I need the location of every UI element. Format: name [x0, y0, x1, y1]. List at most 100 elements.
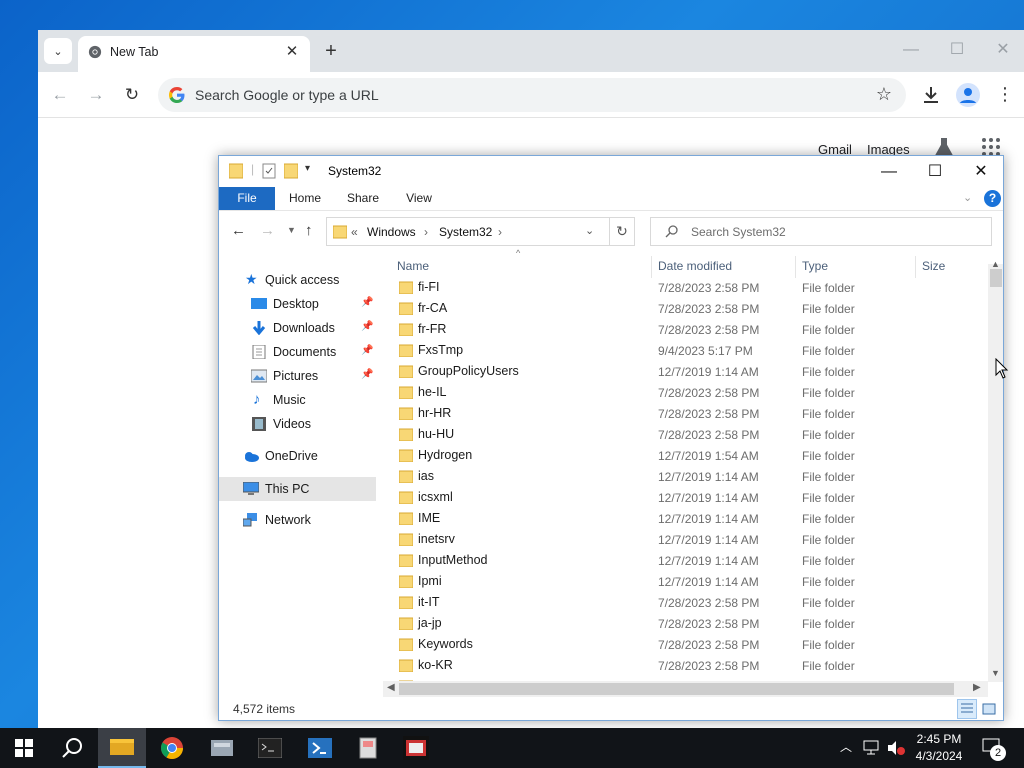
chrome-minimize-button[interactable]: — [896, 38, 926, 62]
application-taskbar-icon[interactable] [344, 728, 392, 768]
start-windows-icon[interactable] [0, 728, 48, 768]
tab-view[interactable]: View [395, 187, 443, 210]
search-icon[interactable] [48, 728, 96, 768]
nav-music[interactable]: ♪ Music [219, 389, 376, 411]
chrome-menu-icon[interactable]: ⋮ [996, 84, 1014, 106]
file-row[interactable]: Hydrogen 12/7/2019 1:54 AM File folder [389, 445, 989, 466]
show-hidden-icons-icon[interactable]: ︿ [840, 738, 852, 755]
vertical-scrollbar[interactable]: ▲ ▼ [988, 259, 1003, 682]
labs-flask-icon[interactable] [934, 137, 954, 157]
file-row[interactable]: he-IL 7/28/2023 2:58 PM File folder [389, 382, 989, 403]
omnibox[interactable]: Search Google or type a URL ☆ [158, 78, 906, 112]
file-row[interactable]: ko-KR 7/28/2023 2:58 PM File folder [389, 655, 989, 676]
breadcrumb-chevron-icon[interactable]: › [424, 225, 428, 239]
tab-close-icon[interactable]: ✕ [282, 42, 302, 62]
volume-muted-icon[interactable] [886, 740, 906, 756]
properties-check-icon[interactable] [262, 163, 276, 179]
column-divider[interactable] [651, 256, 652, 278]
address-history-chevron-icon[interactable]: ⌄ [585, 224, 594, 237]
file-row[interactable]: fi-FI 7/28/2023 2:58 PM File folder [389, 277, 989, 298]
breadcrumb-windows[interactable]: Windows [367, 225, 416, 239]
file-row[interactable]: ias 12/7/2019 1:14 AM File folder [389, 466, 989, 487]
server-manager-taskbar-icon[interactable] [198, 728, 246, 768]
column-divider[interactable] [795, 256, 796, 278]
file-row[interactable]: icsxml 12/7/2019 1:14 AM File folder [389, 487, 989, 508]
clock-date[interactable]: 4/3/2024 [912, 749, 966, 763]
breadcrumb-system32[interactable]: System32 [439, 225, 492, 239]
nav-network[interactable]: Network [219, 509, 376, 531]
horizontal-scrollbar[interactable]: ◀ ▶ [383, 681, 988, 697]
app-taskbar-icon[interactable] [392, 728, 440, 768]
nav-onedrive[interactable]: OneDrive [219, 445, 376, 467]
help-icon[interactable]: ? [984, 190, 1001, 207]
details-view-icon[interactable] [957, 699, 977, 719]
nav-downloads[interactable]: Downloads 📌 [219, 317, 376, 339]
chrome-maximize-button[interactable]: ☐ [942, 38, 972, 62]
powershell-taskbar-icon[interactable] [296, 728, 344, 768]
tab-share[interactable]: Share [339, 187, 387, 210]
column-date-modified[interactable]: Date modified [658, 259, 732, 273]
file-row[interactable]: fr-CA 7/28/2023 2:58 PM File folder [389, 298, 989, 319]
breadcrumb-chevron-icon[interactable]: › [498, 225, 502, 239]
file-row[interactable]: inetsrv 12/7/2019 1:14 AM File folder [389, 529, 989, 550]
nav-videos[interactable]: Videos [219, 413, 376, 435]
recent-locations-chevron-icon[interactable]: ▼ [287, 225, 296, 235]
file-row[interactable]: it-IT 7/28/2023 2:58 PM File folder [389, 592, 989, 613]
back-button[interactable]: ← [48, 84, 72, 106]
scroll-up-arrow-icon[interactable]: ▲ [991, 259, 1000, 269]
file-row[interactable]: Ipmi 12/7/2019 1:14 AM File folder [389, 571, 989, 592]
column-size[interactable]: Size [922, 259, 945, 273]
file-row[interactable]: hu-HU 7/28/2023 2:58 PM File folder [389, 424, 989, 445]
refresh-button[interactable]: ↻ [609, 217, 635, 246]
file-row[interactable]: IME 12/7/2019 1:14 AM File folder [389, 508, 989, 529]
file-row[interactable]: hr-HR 7/28/2023 2:58 PM File folder [389, 403, 989, 424]
file-row[interactable]: ja-jp 7/28/2023 2:58 PM File folder [389, 613, 989, 634]
forward-button[interactable]: → [84, 84, 108, 106]
column-name[interactable]: Name [397, 259, 429, 273]
explorer-minimize-button[interactable]: — [866, 159, 912, 185]
nav-this-pc[interactable]: This PC [219, 477, 376, 501]
forward-arrow-icon[interactable]: → [260, 222, 275, 239]
network-tray-icon[interactable] [862, 740, 880, 756]
new-tab-button[interactable]: + [320, 40, 342, 62]
scroll-down-arrow-icon[interactable]: ▼ [991, 668, 1000, 678]
download-icon[interactable] [920, 84, 942, 106]
chrome-close-button[interactable]: ✕ [988, 38, 1018, 62]
file-row[interactable]: GroupPolicyUsers 12/7/2019 1:14 AM File fo… [389, 361, 989, 382]
nav-quick-access[interactable]: ★ Quick access [219, 269, 376, 291]
nav-pictures[interactable]: Pictures 📌 [219, 365, 376, 387]
scroll-right-arrow-icon[interactable]: ▶ [973, 682, 981, 693]
notifications-icon[interactable]: 2 [982, 737, 1006, 761]
scroll-left-arrow-icon[interactable]: ◀ [387, 682, 395, 693]
explorer-close-button[interactable]: ✕ [958, 159, 1003, 185]
explorer-maximize-button[interactable]: ☐ [912, 159, 958, 185]
chrome-taskbar-icon[interactable] [148, 728, 196, 768]
nav-documents[interactable]: Documents 📌 [219, 341, 376, 363]
customize-toolbar-chevron-icon[interactable]: ▾ [305, 163, 310, 174]
tab-home[interactable]: Home [281, 187, 329, 210]
horizontal-scroll-thumb[interactable] [399, 683, 954, 695]
file-row[interactable]: InputMethod 12/7/2019 1:14 AM File folder [389, 550, 989, 571]
profile-avatar-icon[interactable] [956, 83, 980, 107]
reload-button[interactable]: ↻ [120, 84, 144, 106]
expand-ribbon-chevron-icon[interactable]: ⌄ [963, 191, 972, 204]
address-bar[interactable]: « Windows › System32 › ⌄ [326, 217, 610, 246]
column-divider[interactable] [915, 256, 916, 278]
file-row[interactable]: Keywords 7/28/2023 2:58 PM File folder [389, 634, 989, 655]
column-type[interactable]: Type [802, 259, 828, 273]
clock-time[interactable]: 2:45 PM [912, 732, 966, 746]
file-row[interactable]: FxsTmp 9/4/2023 5:17 PM File folder [389, 340, 989, 361]
command-prompt-taskbar-icon[interactable] [246, 728, 294, 768]
large-icons-view-icon[interactable] [979, 699, 999, 719]
bookmark-star-icon[interactable]: ☆ [876, 84, 892, 105]
nav-desktop[interactable]: Desktop 📌 [219, 293, 376, 315]
file-row[interactable]: fr-FR 7/28/2023 2:58 PM File folder [389, 319, 989, 340]
back-arrow-icon[interactable]: ← [231, 222, 246, 239]
up-arrow-icon[interactable]: ↑ [305, 222, 313, 239]
tab-new-tab[interactable]: New Tab ✕ [78, 36, 310, 72]
file-explorer-taskbar-icon[interactable] [98, 728, 146, 768]
tab-search-chevron-icon[interactable]: ⌄ [44, 38, 72, 64]
new-folder-icon[interactable] [284, 163, 298, 179]
tab-file[interactable]: File [219, 187, 275, 210]
vertical-scroll-thumb[interactable] [990, 269, 1002, 287]
